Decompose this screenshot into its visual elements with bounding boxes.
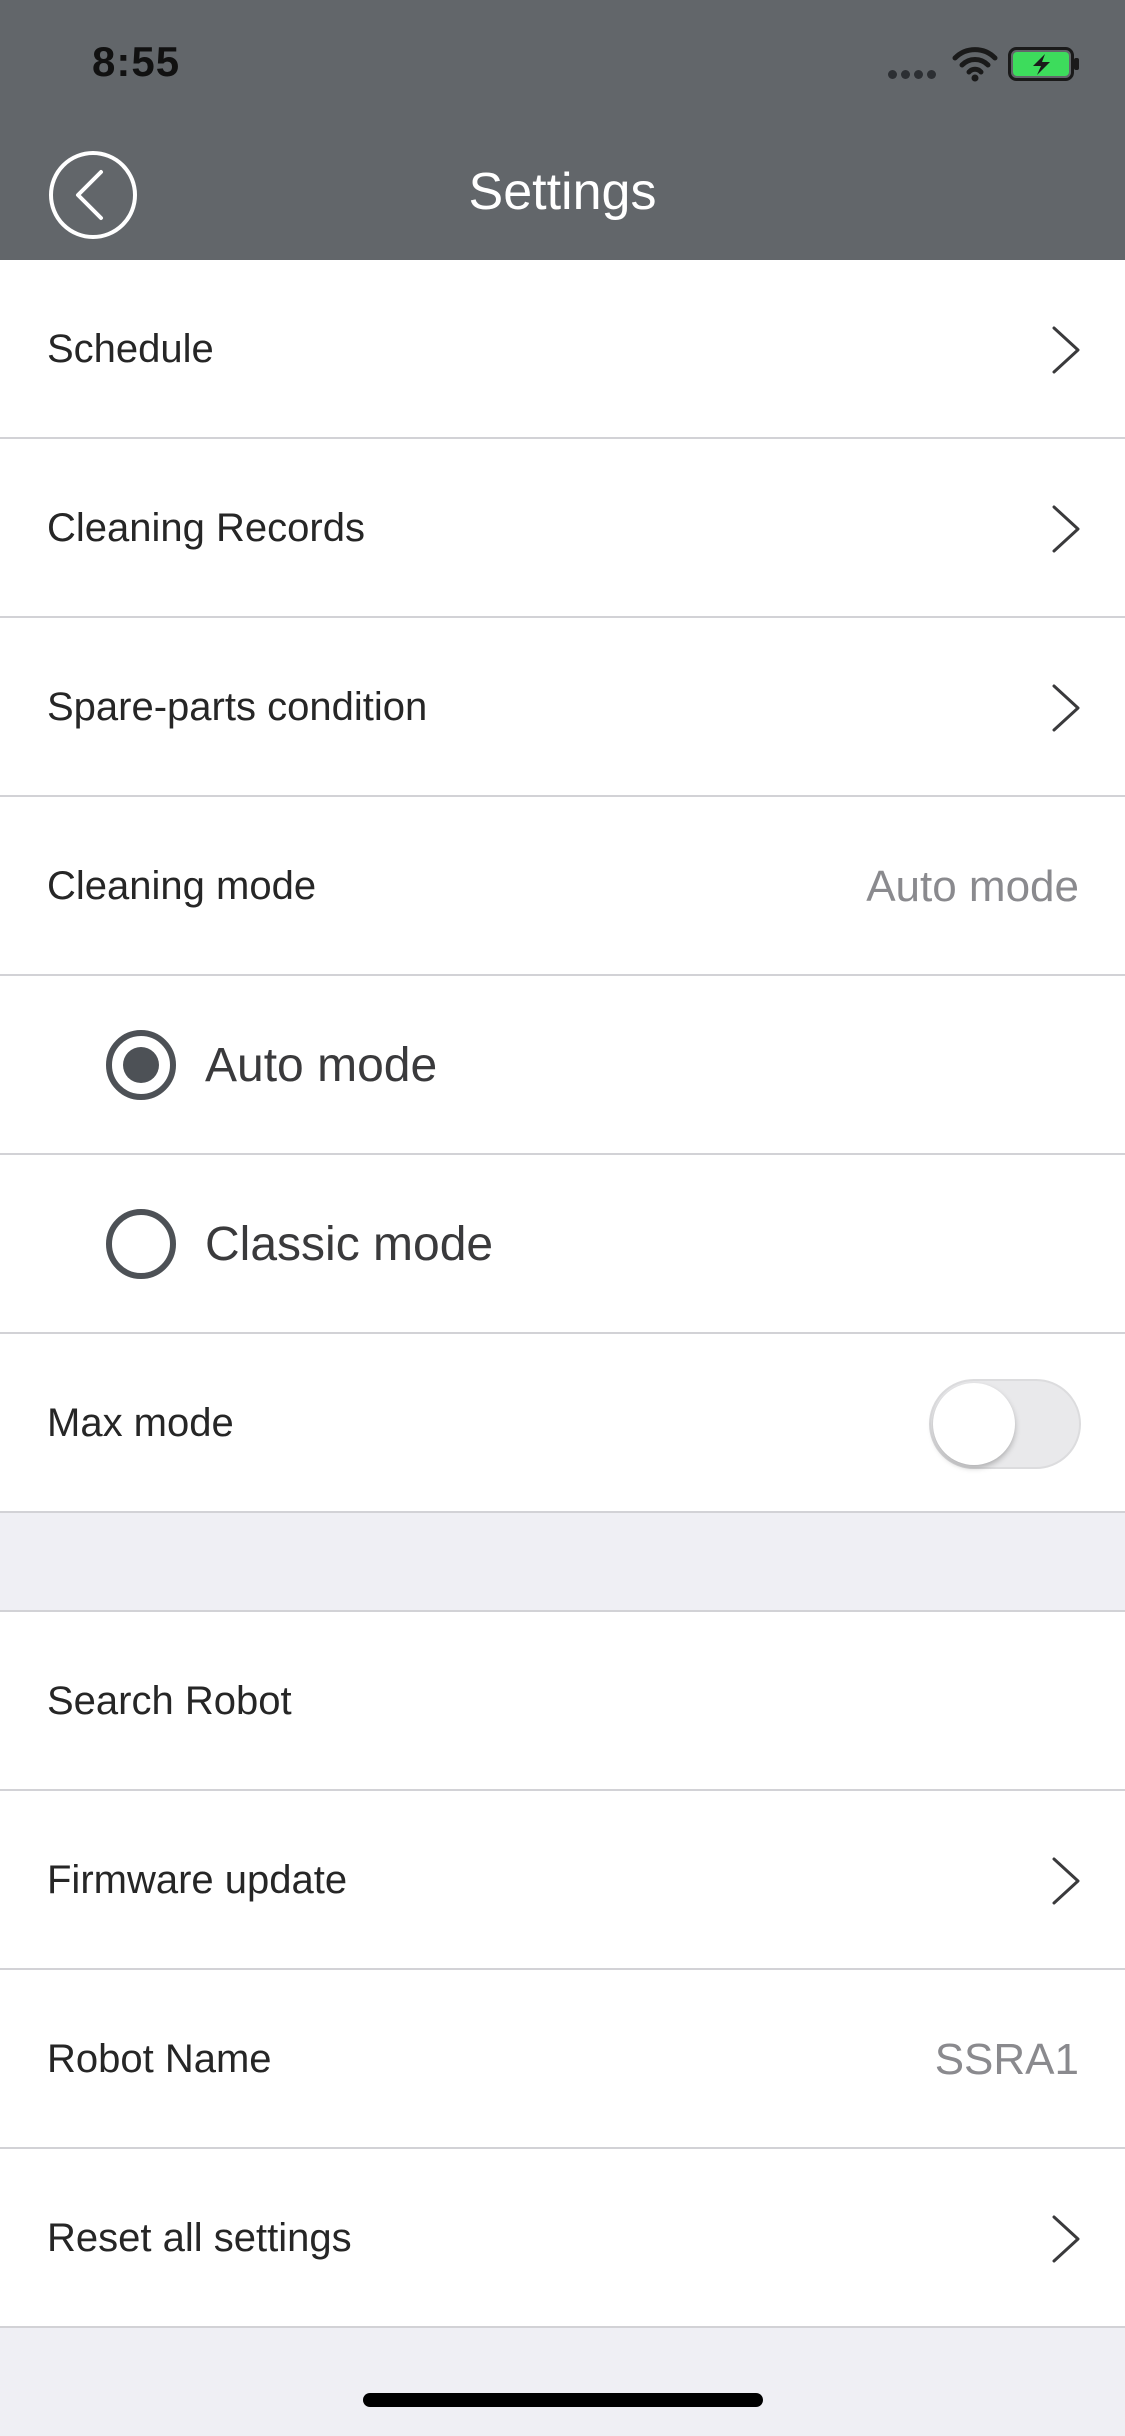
robot-name-row[interactable]: Robot Name SSRA1 (0, 1970, 1125, 2149)
status-time: 8:55 (92, 38, 181, 85)
status-bar: 8:55 (0, 0, 1125, 130)
chevron-right-icon (1052, 505, 1080, 553)
chevron-right-icon (1052, 326, 1080, 374)
search-robot-row[interactable]: Search Robot (0, 1612, 1125, 1791)
spare-parts-row[interactable]: Spare-parts condition (0, 618, 1125, 797)
classic-mode-option[interactable]: Classic mode (0, 1155, 1125, 1334)
robot-name-label: Robot Name (47, 2037, 272, 2081)
chevron-right-icon (1052, 1857, 1080, 1905)
settings-group-main: Schedule Cleaning Records Spare-parts co… (0, 260, 1125, 1513)
auto-mode-option[interactable]: Auto mode (0, 976, 1125, 1155)
navigation-bar: Settings (0, 130, 1125, 260)
chevron-right-icon (1052, 684, 1080, 732)
search-robot-label: Search Robot (47, 1679, 292, 1723)
max-mode-toggle[interactable] (929, 1379, 1081, 1469)
robot-name-value: SSRA1 (934, 2035, 1079, 2084)
auto-mode-label: Auto mode (205, 1039, 438, 1092)
chevron-right-icon (1052, 2215, 1080, 2263)
radio-unselected-icon[interactable] (105, 1208, 177, 1280)
cleaning-mode-value: Auto mode (866, 862, 1079, 911)
toggle-knob (933, 1383, 1015, 1465)
cellular-signal-icon (888, 66, 948, 79)
max-mode-row: Max mode (0, 1334, 1125, 1513)
cleaning-mode-row: Cleaning mode Auto mode (0, 797, 1125, 976)
reset-settings-label: Reset all settings (47, 2216, 352, 2260)
cleaning-records-row[interactable]: Cleaning Records (0, 439, 1125, 618)
wifi-icon (952, 47, 998, 82)
radio-selected-icon[interactable] (105, 1029, 177, 1101)
reset-settings-row[interactable]: Reset all settings (0, 2149, 1125, 2328)
page-title: Settings (468, 163, 657, 221)
spare-parts-label: Spare-parts condition (47, 685, 428, 729)
max-mode-label: Max mode (47, 1401, 234, 1445)
home-indicator[interactable] (363, 2393, 763, 2407)
classic-mode-label: Classic mode (205, 1218, 494, 1271)
cleaning-mode-label: Cleaning mode (47, 864, 317, 908)
firmware-update-row[interactable]: Firmware update (0, 1791, 1125, 1970)
cleaning-records-label: Cleaning Records (47, 506, 365, 550)
schedule-label: Schedule (47, 327, 214, 371)
schedule-row[interactable]: Schedule (0, 260, 1125, 439)
battery-charging-icon (1008, 47, 1079, 81)
settings-group-robot: Search Robot Firmware update Robot Name … (0, 1610, 1125, 2328)
firmware-update-label: Firmware update (47, 1858, 348, 1902)
